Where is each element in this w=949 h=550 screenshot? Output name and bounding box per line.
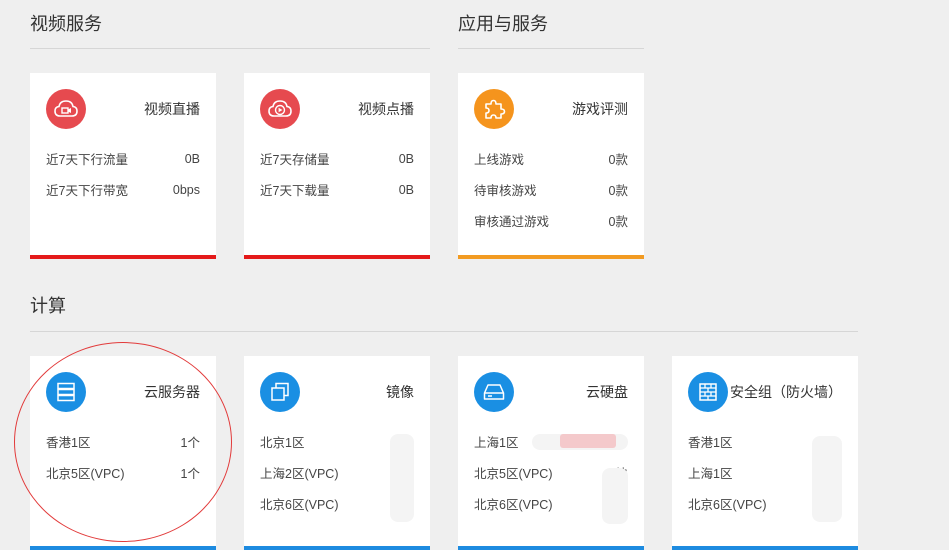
cloud-video-icon — [46, 89, 86, 129]
stat-label: 北京6区(VPC) — [260, 498, 339, 512]
stat-label: 北京6区(VPC) — [688, 498, 767, 512]
stat-label: 上海1区 — [474, 436, 519, 450]
card-title: 视频直播 — [144, 101, 200, 117]
redaction-mark — [560, 434, 616, 448]
card-accent-bar — [458, 255, 644, 259]
card-accent-bar — [30, 546, 216, 550]
card-image[interactable]: 镜像 北京1区个 上海2区(VPC)个 北京6区(VPC)` — [244, 356, 430, 550]
stat-row: 近7天下行流量 0B — [46, 143, 200, 174]
stat-label: 北京1区 — [260, 436, 305, 450]
card-title: 安全组（防火墙） — [730, 384, 842, 400]
stat-value: 0款 — [608, 153, 628, 167]
stat-value: 1个 — [180, 467, 200, 481]
stat-value: 0款 — [608, 184, 628, 198]
stat-value: 0B — [398, 151, 414, 166]
stat-value: 0款 — [608, 215, 628, 229]
stat-row: 上线游戏 0款 — [474, 143, 628, 174]
card-accent-bar — [244, 255, 430, 259]
card-accent-bar — [672, 546, 858, 550]
stat-label: 上线游戏 — [474, 153, 525, 167]
redaction-smear — [602, 468, 628, 524]
section-divider — [30, 331, 858, 332]
card-accent-bar — [458, 546, 644, 550]
card-live[interactable]: 视频直播 近7天下行流量 0B 近7天下行带宽 0bps — [30, 73, 216, 259]
stat-label: 香港1区 — [688, 436, 733, 450]
stat-row: 香港1区 1个 — [46, 426, 200, 457]
server-icon — [46, 372, 86, 412]
card-title: 云硬盘 — [586, 384, 628, 400]
stat-label: 上海1区 — [688, 467, 733, 481]
stat-value: 0B — [184, 151, 200, 166]
stat-label: 上海2区(VPC) — [260, 467, 339, 481]
stacked-copies-icon — [260, 372, 300, 412]
cloud-play-icon — [260, 89, 300, 129]
stat-label: 北京6区(VPC) — [474, 498, 553, 512]
redaction-smear — [390, 434, 414, 522]
hard-disk-icon — [474, 372, 514, 412]
card-accent-bar — [244, 546, 430, 550]
section-title-apps: 应用与服务 — [458, 14, 548, 34]
card-firewall[interactable]: 安全组（防火墙） 香港1区个 上海1区 北京6区(VPC) — [672, 356, 858, 550]
stat-value: 0B — [398, 182, 414, 197]
section-title-video: 视频服务 — [30, 14, 102, 34]
stat-row: 待审核游戏 0款 — [474, 174, 628, 205]
stat-label: 近7天下行带宽 — [46, 184, 128, 198]
redaction-smear — [812, 436, 842, 522]
stat-label: 香港1区 — [46, 436, 91, 450]
stat-label: 待审核游戏 — [474, 184, 537, 198]
card-title: 视频点播 — [358, 101, 414, 117]
stat-label: 北京5区(VPC) — [46, 467, 125, 481]
stat-row: 北京5区(VPC) 1个 — [46, 457, 200, 488]
card-disk[interactable]: 云硬盘 上海1区 北京5区(VPC)块 北京6区(VPC)块 — [458, 356, 644, 550]
card-game[interactable]: 游戏评测 上线游戏 0款 待审核游戏 0款 审核通过游戏 0款 — [458, 73, 644, 259]
stat-value: 1个 — [180, 436, 200, 450]
stat-row: 近7天下行带宽 0bps — [46, 174, 200, 205]
stat-label: 近7天下行流量 — [46, 153, 128, 167]
card-server[interactable]: 云服务器 香港1区 1个 北京5区(VPC) 1个 — [30, 356, 216, 550]
brick-wall-icon — [688, 372, 728, 412]
card-title: 云服务器 — [144, 384, 200, 400]
card-title: 镜像 — [386, 384, 414, 400]
section-divider — [458, 48, 644, 49]
stat-row: 近7天存储量 0B — [260, 143, 414, 174]
stat-label: 北京5区(VPC) — [474, 467, 553, 481]
puzzle-icon — [474, 89, 514, 129]
card-title: 游戏评测 — [572, 101, 628, 117]
stat-value: 0bps — [172, 182, 200, 197]
section-title-compute: 计算 — [30, 296, 66, 316]
stat-row: 近7天下载量 0B — [260, 174, 414, 205]
stat-label: 近7天下载量 — [260, 184, 330, 198]
card-accent-bar — [30, 255, 216, 259]
stat-row: 审核通过游戏 0款 — [474, 205, 628, 236]
stat-label: 审核通过游戏 — [474, 215, 550, 229]
section-divider — [30, 48, 430, 49]
stat-label: 近7天存储量 — [260, 153, 330, 167]
card-vod[interactable]: 视频点播 近7天存储量 0B 近7天下载量 0B — [244, 73, 430, 259]
